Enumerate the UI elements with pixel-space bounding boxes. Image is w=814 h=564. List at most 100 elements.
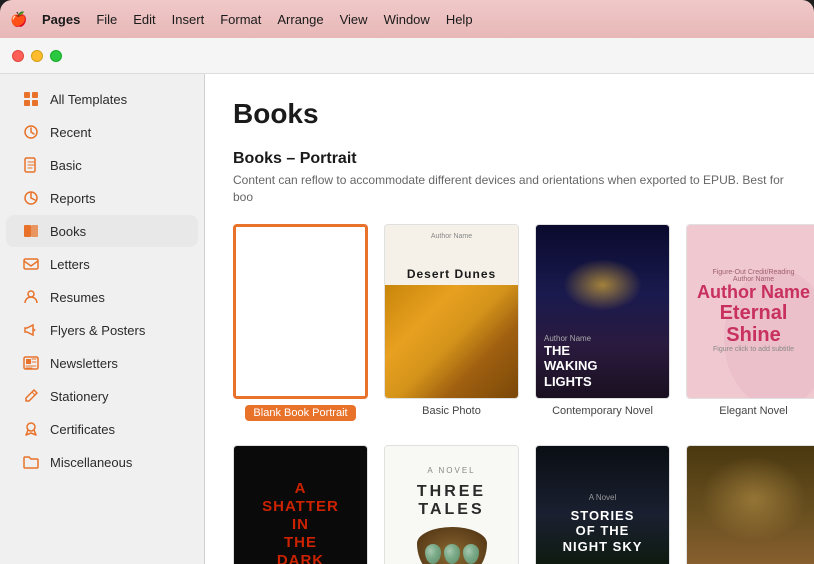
close-button[interactable] (12, 50, 24, 62)
cn-lights (563, 259, 643, 311)
pencil-icon (22, 387, 40, 405)
menubar: 🍎 Pages File Edit Insert Format Arrange … (0, 0, 814, 38)
elegant-preview: Figure-Out Credit/ReadingAuthor Name Aut… (687, 225, 814, 398)
template-thumb-desert-dunes[interactable]: Author Name Desert Dunes (384, 224, 519, 399)
menu-arrange[interactable]: Arrange (277, 12, 323, 27)
ribbon-icon (22, 420, 40, 438)
template-thumb-contemporary[interactable]: Author Name THEWAKINGLIGHTS (535, 224, 670, 399)
person-icon (22, 288, 40, 306)
sidebar-item-stationery[interactable]: Stationery (6, 380, 198, 412)
blank-template-preview (236, 227, 365, 396)
sidebar-label: Reports (50, 191, 96, 206)
sidebar-label: All Templates (50, 92, 127, 107)
window-chrome (0, 38, 814, 74)
sidebar-label: Stationery (50, 389, 109, 404)
sidebar: All Templates Recent Basic (0, 74, 205, 564)
sidebar-label: Letters (50, 257, 90, 272)
en-title: Author Name (697, 283, 810, 303)
template-item-desert-dunes[interactable]: Author Name Desert Dunes Basic Photo (384, 224, 519, 421)
contemporary-preview: Author Name THEWAKINGLIGHTS (536, 225, 669, 398)
megaphone-icon (22, 321, 40, 339)
template-thumb-blank[interactable] (233, 224, 368, 399)
book-icon (22, 222, 40, 240)
sidebar-item-miscellaneous[interactable]: Miscellaneous (6, 446, 198, 478)
cn-title: THEWAKINGLIGHTS (544, 343, 661, 390)
menu-window[interactable]: Window (384, 12, 430, 27)
sidebar-label: Basic (50, 158, 82, 173)
sidebar-item-resumes[interactable]: Resumes (6, 281, 198, 313)
template-label-contemporary: Contemporary Novel (552, 405, 653, 417)
traditional-preview: The Seasonsof Paris Author Name (687, 446, 814, 564)
sn-nest (417, 527, 487, 564)
desert-author-label: Author Name (385, 225, 518, 264)
folder-icon (22, 453, 40, 471)
minimize-button[interactable] (31, 50, 43, 62)
menu-pages[interactable]: Pages (42, 12, 80, 27)
menu-insert[interactable]: Insert (172, 12, 205, 27)
apple-menu[interactable]: 🍎 (12, 12, 26, 26)
en-subtitle: Figure click to add subtitle (713, 346, 794, 353)
template-thumb-traditional[interactable]: The Seasonsof Paris Author Name (686, 445, 814, 564)
menu-format[interactable]: Format (220, 12, 261, 27)
sn-author: A NOVEL (427, 466, 475, 475)
simple-preview: A NOVEL THREE TALES AUTHOR NAME (385, 446, 518, 564)
sidebar-item-books[interactable]: Books (6, 215, 198, 247)
page-title: Books (233, 98, 786, 130)
sidebar-label: Resumes (50, 290, 105, 305)
template-item-traditional[interactable]: The Seasonsof Paris Author Name Traditio… (686, 445, 814, 564)
sidebar-label: Newsletters (50, 356, 118, 371)
sidebar-item-reports[interactable]: Reports (6, 182, 198, 214)
sidebar-item-recent[interactable]: Recent (6, 116, 198, 148)
sidebar-label: Miscellaneous (50, 455, 132, 470)
clock-icon (22, 123, 40, 141)
chart-icon (22, 189, 40, 207)
sn-title: THREE TALES (395, 483, 508, 519)
template-item-blank[interactable]: Blank Book Portrait (233, 224, 368, 421)
sidebar-item-newsletters[interactable]: Newsletters (6, 347, 198, 379)
template-label-elegant: Elegant Novel (719, 405, 788, 417)
doc-icon (22, 156, 40, 174)
newspaper-icon (22, 354, 40, 372)
sidebar-label: Books (50, 224, 86, 239)
sidebar-item-certificates[interactable]: Certificates (6, 413, 198, 445)
template-thumb-edgy[interactable]: ASHATTERINTHEDARK AUTHOR NAME (233, 445, 368, 564)
sidebar-label: Flyers & Posters (50, 323, 145, 338)
section-title: Books – Portrait (233, 150, 786, 168)
template-item-elegant[interactable]: Figure-Out Credit/ReadingAuthor Name Aut… (686, 224, 814, 421)
template-label-blank: Blank Book Portrait (245, 405, 355, 421)
mn-title: STORIESOF THENIGHT SKY (563, 508, 643, 555)
template-grid-row1: Blank Book Portrait Author Name Desert D… (233, 224, 786, 421)
section-desc: Content can reflow to accommodate differ… (233, 172, 786, 206)
template-item-simple[interactable]: A NOVEL THREE TALES AUTHOR NAME Simple N… (384, 445, 519, 564)
cn-author: Author Name (544, 334, 661, 343)
template-grid-row2: ASHATTERINTHEDARK AUTHOR NAME Edgy Novel… (233, 445, 786, 564)
menu-view[interactable]: View (340, 12, 368, 27)
egg2 (444, 544, 460, 564)
content-area: Books Books – Portrait Content can reflo… (205, 74, 814, 564)
template-thumb-simple[interactable]: A NOVEL THREE TALES AUTHOR NAME (384, 445, 519, 564)
template-item-modern[interactable]: A Novel STORIESOF THENIGHT SKY AUTHOR NA… (535, 445, 670, 564)
sidebar-item-flyers-posters[interactable]: Flyers & Posters (6, 314, 198, 346)
edgy-preview: ASHATTERINTHEDARK AUTHOR NAME (234, 446, 367, 564)
template-item-contemporary[interactable]: Author Name THEWAKINGLIGHTS Contemporary… (535, 224, 670, 421)
template-thumb-modern[interactable]: A Novel STORIESOF THENIGHT SKY AUTHOR NA… (535, 445, 670, 564)
desert-dunes-preview: Author Name Desert Dunes (385, 225, 518, 398)
tn-leaves (700, 456, 806, 543)
sidebar-item-basic[interactable]: Basic (6, 149, 198, 181)
sidebar-item-letters[interactable]: Letters (6, 248, 198, 280)
menu-file[interactable]: File (96, 12, 117, 27)
en-author: Figure-Out Credit/ReadingAuthor Name (712, 269, 794, 283)
egg3 (463, 544, 479, 564)
sidebar-label: Recent (50, 125, 91, 140)
sidebar-label: Certificates (50, 422, 115, 437)
sidebar-item-all-templates[interactable]: All Templates (6, 83, 198, 115)
template-label-desert-dunes: Basic Photo (422, 405, 481, 417)
modern-preview: A Novel STORIESOF THENIGHT SKY AUTHOR NA… (536, 446, 669, 564)
template-thumb-elegant[interactable]: Figure-Out Credit/ReadingAuthor Name Aut… (686, 224, 814, 399)
menu-edit[interactable]: Edit (133, 12, 155, 27)
maximize-button[interactable] (50, 50, 62, 62)
menu-help[interactable]: Help (446, 12, 473, 27)
edgy-title: ASHATTERINTHEDARK (262, 480, 339, 564)
template-item-edgy[interactable]: ASHATTERINTHEDARK AUTHOR NAME Edgy Novel (233, 445, 368, 564)
grid-icon (22, 90, 40, 108)
